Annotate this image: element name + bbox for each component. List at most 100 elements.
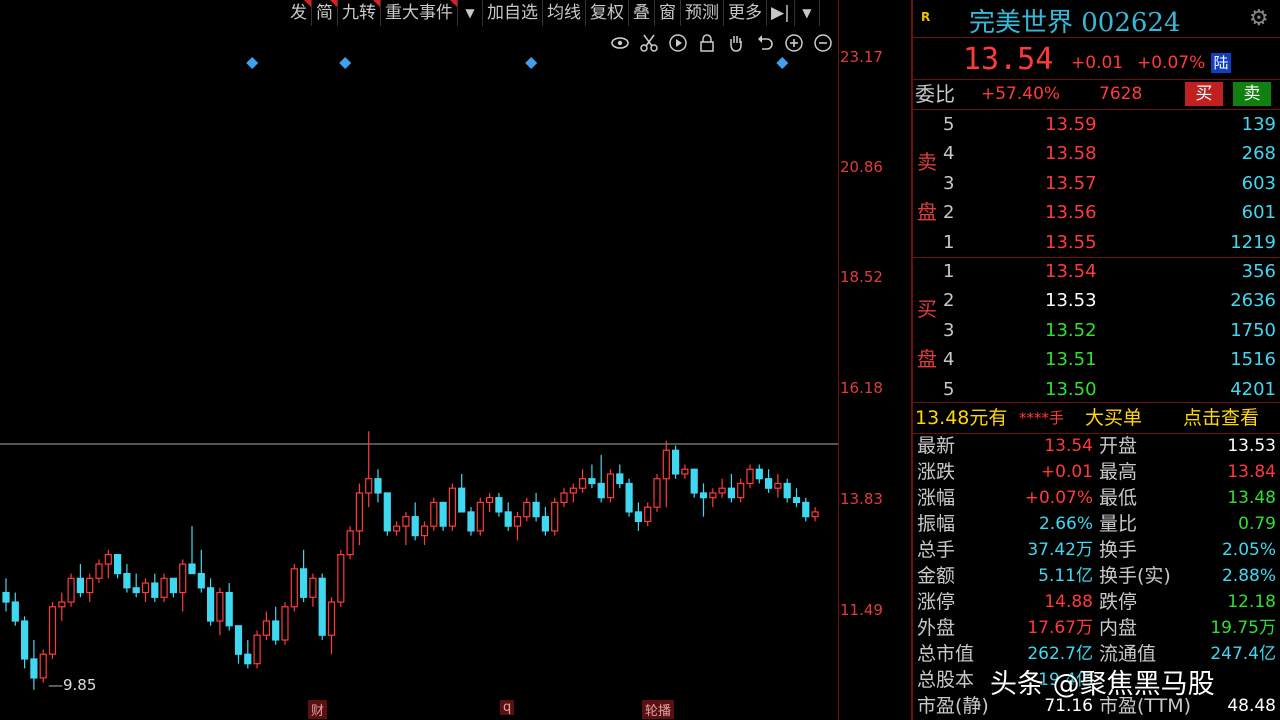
sell-button[interactable]: 卖 bbox=[1233, 82, 1271, 106]
candle[interactable] bbox=[86, 573, 94, 603]
ask-row[interactable]: 5 13.59 139 bbox=[913, 110, 1280, 139]
candle[interactable] bbox=[160, 573, 168, 603]
candle[interactable] bbox=[625, 478, 633, 517]
candle[interactable] bbox=[234, 625, 243, 664]
candle[interactable] bbox=[523, 497, 531, 522]
candle[interactable] bbox=[290, 564, 298, 612]
candle[interactable] bbox=[39, 649, 47, 683]
candle[interactable] bbox=[151, 573, 159, 603]
candle[interactable] bbox=[272, 606, 280, 645]
hand-icon[interactable] bbox=[724, 31, 748, 55]
candle[interactable] bbox=[309, 573, 317, 607]
event-label-q[interactable]: q bbox=[500, 700, 515, 715]
candle[interactable] bbox=[486, 492, 494, 512]
bid-row[interactable]: 3 13.52 1750 bbox=[913, 316, 1280, 345]
ask-row[interactable]: 2 13.56 601 bbox=[913, 198, 1280, 227]
candle[interactable] bbox=[123, 564, 131, 593]
candle[interactable] bbox=[588, 464, 596, 489]
candle[interactable] bbox=[727, 473, 736, 503]
candle[interactable] bbox=[281, 602, 289, 645]
zoom-out-icon[interactable] bbox=[811, 31, 835, 55]
bid-row[interactable]: 4 13.51 1516 bbox=[913, 345, 1280, 374]
candle[interactable] bbox=[448, 483, 456, 531]
candle[interactable] bbox=[300, 549, 308, 603]
big-order-row[interactable]: 13.48元有 ****手 大买单 点击查看 bbox=[913, 403, 1280, 433]
candle[interactable] bbox=[774, 473, 782, 498]
candle[interactable] bbox=[662, 440, 670, 508]
candle[interactable] bbox=[30, 639, 38, 690]
candle[interactable] bbox=[606, 469, 615, 503]
candle[interactable] bbox=[225, 583, 233, 631]
candle[interactable] bbox=[95, 559, 103, 584]
bid-row[interactable]: 5 13.50 4201 bbox=[913, 375, 1280, 404]
candle[interactable] bbox=[169, 577, 177, 598]
candle[interactable] bbox=[634, 502, 643, 531]
candle[interactable] bbox=[467, 507, 475, 536]
scissors-icon[interactable] bbox=[637, 31, 661, 55]
candle[interactable] bbox=[337, 549, 345, 607]
candle[interactable] bbox=[67, 573, 75, 607]
candle[interactable] bbox=[709, 488, 717, 508]
candle[interactable] bbox=[597, 455, 605, 503]
candle[interactable] bbox=[792, 488, 801, 508]
candle[interactable] bbox=[560, 488, 568, 508]
candle[interactable] bbox=[216, 587, 224, 636]
ask-row[interactable]: 3 13.57 603 bbox=[913, 169, 1280, 198]
candle[interactable] bbox=[671, 445, 680, 479]
candle[interactable] bbox=[58, 592, 66, 622]
candle[interactable] bbox=[374, 469, 382, 503]
lock-icon[interactable] bbox=[695, 31, 719, 55]
candle[interactable] bbox=[11, 592, 19, 626]
candle[interactable] bbox=[532, 492, 540, 522]
toolbar-button[interactable]: ▶| bbox=[767, 0, 795, 26]
candle[interactable] bbox=[76, 564, 85, 598]
candle[interactable] bbox=[644, 502, 652, 527]
candle[interactable] bbox=[253, 630, 261, 669]
candle[interactable] bbox=[802, 497, 810, 522]
candle[interactable] bbox=[439, 501, 447, 531]
candle[interactable] bbox=[458, 473, 466, 513]
candle[interactable] bbox=[132, 573, 140, 598]
candle[interactable] bbox=[21, 616, 29, 669]
candle[interactable] bbox=[551, 497, 559, 536]
candle[interactable] bbox=[318, 573, 326, 640]
toolbar-button[interactable]: 加自选 bbox=[483, 0, 543, 26]
eye-icon[interactable] bbox=[608, 31, 632, 55]
toolbar-button[interactable]: 九转 bbox=[338, 0, 381, 26]
ask-row[interactable]: 4 13.58 268 bbox=[913, 139, 1280, 168]
bid-row[interactable]: 1 13.54 356 bbox=[913, 257, 1280, 286]
candle[interactable] bbox=[355, 483, 363, 546]
candle[interactable] bbox=[365, 431, 373, 508]
candle[interactable] bbox=[411, 502, 419, 541]
candle[interactable] bbox=[578, 469, 587, 493]
toolbar-button[interactable]: ▼ bbox=[458, 0, 483, 26]
buy-button[interactable]: 买 bbox=[1185, 82, 1223, 106]
candle[interactable] bbox=[746, 464, 754, 489]
candle[interactable] bbox=[681, 464, 689, 479]
candle[interactable] bbox=[113, 554, 122, 579]
candle[interactable] bbox=[569, 483, 577, 503]
toolbar-button[interactable]: 简 bbox=[312, 0, 338, 26]
toolbar-button[interactable]: 复权 bbox=[586, 0, 629, 26]
candle[interactable] bbox=[495, 492, 503, 517]
toolbar-button[interactable]: 更多 bbox=[724, 0, 767, 26]
toolbar-button[interactable]: 重大事件 bbox=[381, 0, 458, 26]
candle[interactable] bbox=[327, 597, 336, 655]
gear-icon[interactable]: ⚙ bbox=[1249, 6, 1269, 31]
candle[interactable] bbox=[653, 473, 661, 512]
event-marker[interactable] bbox=[525, 57, 538, 69]
candle[interactable] bbox=[737, 478, 745, 503]
bid-row[interactable]: 2 13.53 2636 bbox=[913, 286, 1280, 315]
candle[interactable] bbox=[541, 507, 550, 536]
zoom-in-icon[interactable] bbox=[782, 31, 806, 55]
candle[interactable] bbox=[718, 478, 726, 498]
play-icon[interactable] bbox=[666, 31, 690, 55]
candle[interactable] bbox=[383, 492, 391, 536]
candle[interactable] bbox=[476, 497, 484, 536]
undo-icon[interactable] bbox=[753, 31, 777, 55]
candle[interactable] bbox=[513, 511, 522, 541]
kline-chart-area[interactable]: 发简九转 重大事件 ▼ 加自选 均线 复权叠窗预测 更多 ▶| ▼ 23.17 20.86 18… bbox=[0, 0, 883, 720]
event-marker[interactable] bbox=[776, 57, 789, 69]
ask-row[interactable]: 1 13.55 1219 bbox=[913, 228, 1280, 257]
candle[interactable] bbox=[783, 478, 791, 503]
